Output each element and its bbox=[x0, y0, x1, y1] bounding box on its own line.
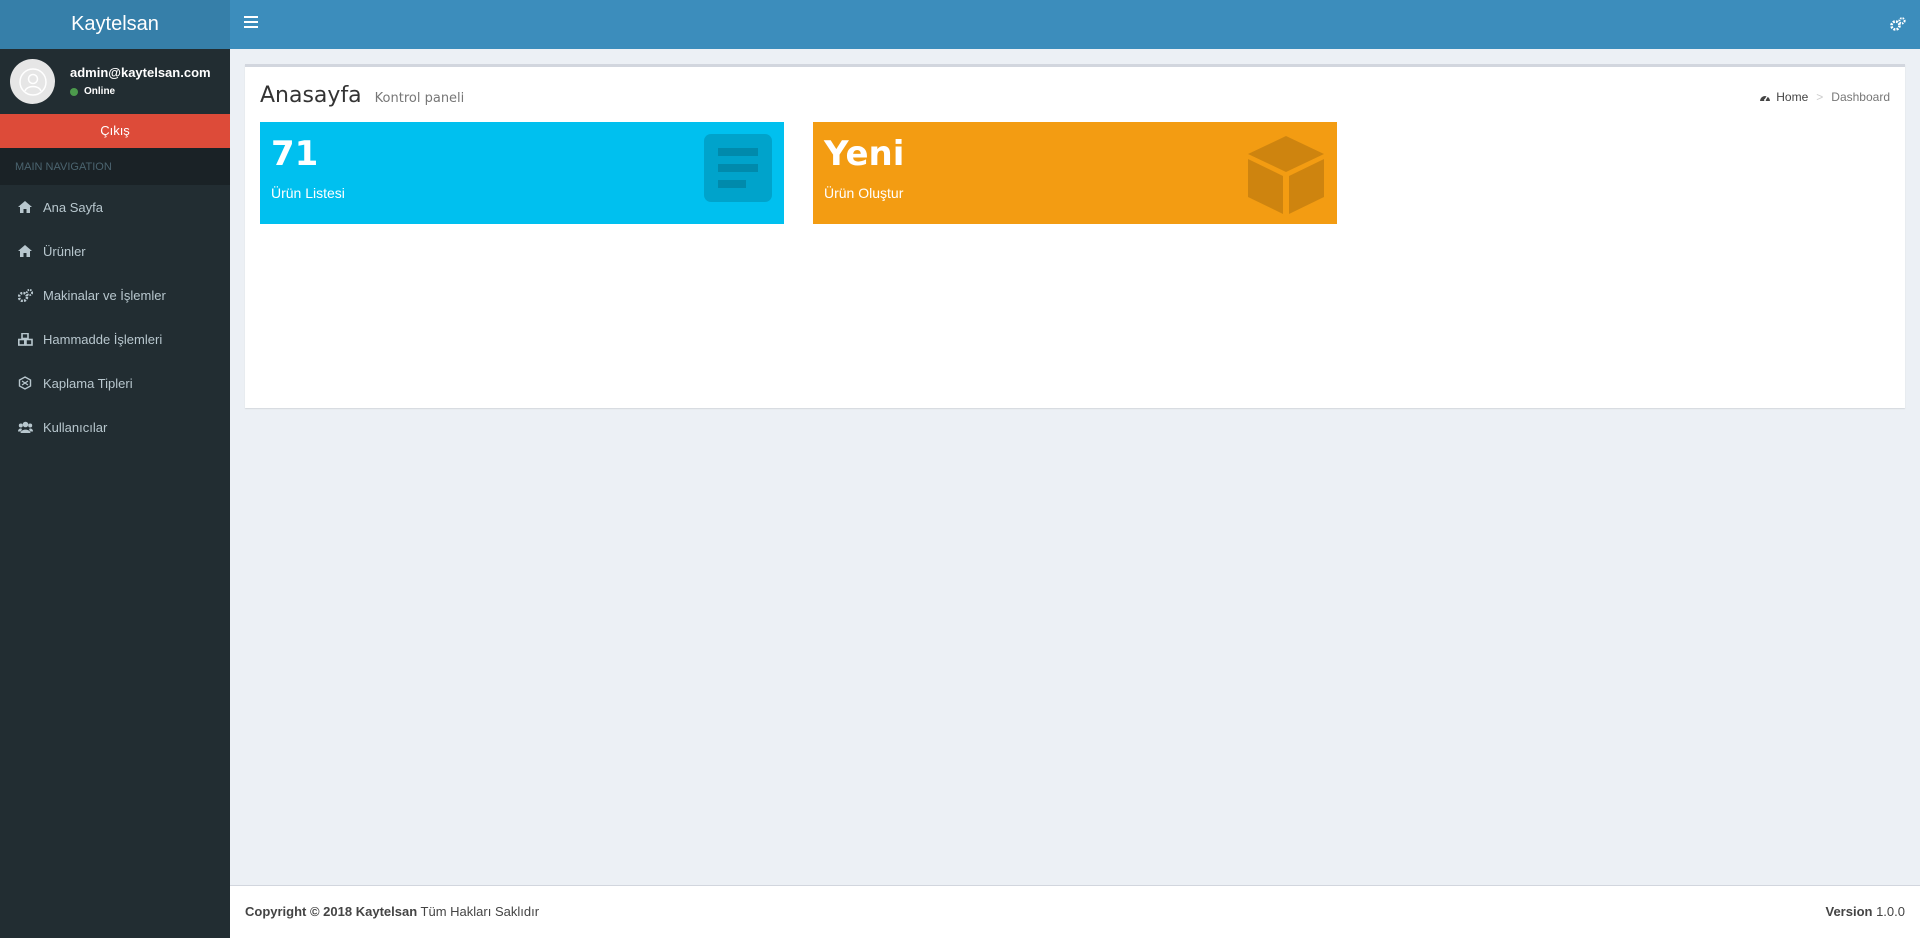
home-icon bbox=[18, 245, 40, 257]
sidebar-item-kaplama-tipleri[interactable]: Kaplama Tipleri bbox=[0, 361, 230, 405]
copyright-prefix: Copyright © 2018 bbox=[245, 904, 353, 919]
user-panel: admin@kaytelsan.com Online bbox=[0, 49, 230, 114]
cube-icon bbox=[1245, 134, 1327, 221]
sidebar-item-kullanicilar[interactable]: Kullanıcılar bbox=[0, 405, 230, 449]
home-icon bbox=[18, 201, 40, 213]
sidebar-item-urunler[interactable]: Ürünler bbox=[0, 229, 230, 273]
user-status: Online bbox=[70, 86, 115, 97]
nav-header: MAIN NAVIGATION bbox=[0, 148, 230, 185]
menu-toggle-icon[interactable] bbox=[244, 16, 258, 30]
sidebar-item-label: Ana Sayfa bbox=[43, 199, 103, 215]
cogs-icon[interactable] bbox=[1890, 17, 1906, 36]
sidebar: Kaytelsan admin@kaytelsan.com Online Çık… bbox=[0, 0, 230, 938]
version-info: Version 1.0.0 bbox=[1825, 904, 1905, 919]
breadcrumb-separator: > bbox=[1816, 90, 1824, 104]
sidebar-item-label: Ürünler bbox=[43, 243, 86, 259]
modx-icon bbox=[18, 376, 40, 390]
create-product-label: Ürün Oluştur bbox=[824, 185, 904, 201]
status-label: Online bbox=[84, 86, 116, 97]
product-list-label: Ürün Listesi bbox=[271, 185, 345, 201]
online-status-icon bbox=[70, 87, 78, 96]
user-avatar-icon bbox=[18, 67, 47, 96]
version-number: 1.0.0 bbox=[1876, 904, 1905, 919]
cogs-icon bbox=[18, 288, 40, 302]
product-list-tile[interactable]: 71 Ürün Listesi bbox=[260, 122, 784, 224]
top-navbar bbox=[230, 0, 1920, 49]
app-logo[interactable]: Kaytelsan bbox=[0, 0, 230, 49]
page-subtitle: Kontrol paneli bbox=[374, 91, 465, 106]
logout-button[interactable]: Çıkış bbox=[0, 114, 230, 148]
content-box: Anasayfa Kontrol paneli Home > Dashboard… bbox=[245, 64, 1905, 408]
page-title-text: Anasayfa bbox=[260, 83, 362, 108]
users-icon bbox=[18, 421, 40, 433]
breadcrumb: Home > Dashboard bbox=[1759, 90, 1890, 104]
sidebar-item-makinalar[interactable]: Makinalar ve İşlemler bbox=[0, 273, 230, 317]
copyright-rights: Tüm Hakları Saklıdır bbox=[420, 904, 540, 919]
breadcrumb-current: Dashboard bbox=[1831, 90, 1890, 104]
cubes-icon bbox=[18, 332, 40, 346]
sidebar-item-label: Kullanıcılar bbox=[43, 419, 108, 435]
dashboard-icon bbox=[1760, 95, 1771, 101]
avatar bbox=[10, 59, 55, 104]
copyright: Copyright © 2018 Kaytelsan Tüm Hakları S… bbox=[245, 904, 539, 919]
user-email: admin@kaytelsan.com bbox=[70, 65, 211, 80]
page-title: Anasayfa Kontrol paneli bbox=[260, 83, 464, 108]
footer: Copyright © 2018 Kaytelsan Tüm Hakları S… bbox=[230, 885, 1920, 938]
sidebar-item-ana-sayfa[interactable]: Ana Sayfa bbox=[0, 185, 230, 229]
breadcrumb-home-link[interactable]: Home bbox=[1776, 90, 1808, 104]
sidebar-item-label: Kaplama Tipleri bbox=[43, 375, 133, 391]
sidebar-item-label: Makinalar ve İşlemler bbox=[43, 287, 166, 303]
copyright-brand-link[interactable]: Kaytelsan bbox=[356, 904, 417, 919]
create-product-title: Yeni bbox=[824, 134, 905, 174]
product-count: 71 bbox=[271, 134, 319, 174]
sidebar-item-label: Hammadde İşlemleri bbox=[43, 331, 163, 347]
list-icon bbox=[704, 134, 774, 209]
sidebar-item-hammadde[interactable]: Hammadde İşlemleri bbox=[0, 317, 230, 361]
version-label: Version bbox=[1825, 904, 1873, 919]
create-product-tile[interactable]: Yeni Ürün Oluştur bbox=[813, 122, 1337, 224]
